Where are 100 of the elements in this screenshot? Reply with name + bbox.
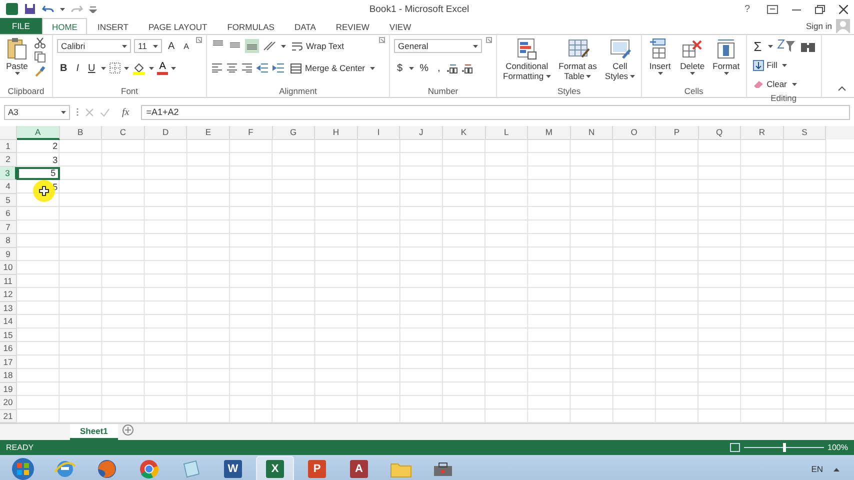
- shrink-font-button[interactable]: A: [180, 42, 192, 50]
- paintbrush-icon[interactable]: [34, 65, 46, 77]
- restore-icon[interactable]: [815, 4, 825, 14]
- number-format-field[interactable]: General: [394, 39, 482, 53]
- column-header[interactable]: F: [230, 126, 273, 140]
- borders-icon[interactable]: [109, 62, 122, 74]
- column-header[interactable]: S: [784, 126, 826, 140]
- row-header[interactable]: 6: [0, 207, 17, 220]
- ribbon-button[interactable]: Format as Table: [556, 37, 599, 85]
- ribbon-tab[interactable]: INSERT: [87, 18, 138, 34]
- column-header[interactable]: H: [315, 126, 358, 140]
- ribbon-button[interactable]: Delete: [678, 37, 707, 85]
- paste-button[interactable]: Paste: [4, 37, 30, 85]
- ribbon-button[interactable]: Cell Styles: [602, 37, 638, 85]
- taskbar-app-button[interactable]: A: [340, 456, 378, 480]
- launcher-icon[interactable]: [196, 37, 202, 43]
- ribbon-tab[interactable]: VIEW: [379, 18, 422, 34]
- column-header[interactable]: B: [60, 126, 102, 140]
- merge-center-button[interactable]: Merge & Center: [288, 62, 368, 74]
- taskbar-app-button[interactable]: W: [214, 456, 252, 480]
- column-header[interactable]: Q: [698, 126, 742, 140]
- increase-decimal-icon[interactable]: [446, 62, 458, 74]
- row-header[interactable]: 2: [0, 153, 17, 166]
- formula-field[interactable]: =A1+A2: [141, 104, 850, 120]
- vertical-align-button[interactable]: [245, 39, 260, 53]
- column-header[interactable]: C: [102, 126, 145, 140]
- insert-function-button[interactable]: fx: [116, 106, 136, 118]
- column-header[interactable]: R: [741, 126, 784, 140]
- orientation-icon[interactable]: [262, 40, 278, 52]
- row-header[interactable]: 1: [0, 140, 17, 153]
- row-header[interactable]: 3: [0, 166, 17, 180]
- ribbon-tab[interactable]: FORMULAS: [217, 18, 284, 34]
- row-header[interactable]: 4: [0, 180, 17, 194]
- save-icon[interactable]: [24, 3, 36, 15]
- undo-icon[interactable]: [42, 4, 54, 14]
- copy-icon[interactable]: [34, 51, 48, 63]
- row-header[interactable]: 17: [0, 356, 17, 369]
- increase-indent-icon[interactable]: [272, 63, 286, 73]
- ribbon-display-icon[interactable]: [767, 4, 778, 14]
- sort-filter-icon[interactable]: [776, 38, 796, 54]
- scissors-icon[interactable]: [34, 37, 46, 49]
- zoom-thumb[interactable]: [782, 443, 786, 452]
- column-header[interactable]: M: [528, 126, 571, 140]
- ribbon-tab[interactable]: REVIEW: [326, 18, 380, 34]
- underline-button[interactable]: U: [85, 62, 98, 74]
- page-view-icon[interactable]: [730, 443, 740, 452]
- fill-color-icon[interactable]: [132, 62, 146, 74]
- column-header[interactable]: J: [400, 126, 443, 140]
- launcher-icon[interactable]: [486, 37, 492, 43]
- bold-button[interactable]: B: [57, 62, 70, 74]
- language-indicator[interactable]: EN: [811, 464, 823, 474]
- font-color-button[interactable]: A: [157, 61, 168, 75]
- currency-button[interactable]: $: [394, 62, 406, 74]
- column-header[interactable]: I: [358, 126, 400, 140]
- customize-icon[interactable]: [89, 5, 97, 13]
- ribbon-tab[interactable]: DATA: [284, 18, 326, 34]
- align-right-icon[interactable]: [241, 63, 254, 73]
- row-header[interactable]: 9: [0, 248, 17, 261]
- align-center-icon[interactable]: [226, 63, 238, 73]
- name-box[interactable]: A3: [4, 104, 70, 120]
- ribbon-button[interactable]: Format: [710, 37, 742, 85]
- column-header[interactable]: O: [613, 126, 656, 140]
- help-button[interactable]: ?: [741, 4, 753, 14]
- taskbar-app-button[interactable]: P: [298, 456, 336, 480]
- grow-font-button[interactable]: A: [165, 40, 178, 52]
- ribbon-tab[interactable]: PAGE LAYOUT: [138, 18, 218, 34]
- fill-button[interactable]: Fill: [750, 60, 780, 70]
- row-header[interactable]: 11: [0, 274, 17, 288]
- column-header[interactable]: P: [656, 126, 698, 140]
- column-header[interactable]: A: [17, 126, 60, 140]
- ribbon-button[interactable]: Insert: [646, 37, 674, 85]
- file-tab[interactable]: FILE: [0, 18, 42, 34]
- sign-in-link[interactable]: Sign in: [806, 21, 832, 31]
- column-header[interactable]: D: [144, 126, 188, 140]
- collapse-ribbon-icon[interactable]: [838, 86, 846, 91]
- add-sheet-icon[interactable]: [122, 424, 134, 436]
- zoom-level[interactable]: 100%: [828, 443, 848, 452]
- column-header[interactable]: N: [570, 126, 614, 140]
- check-icon[interactable]: [100, 108, 110, 116]
- comma-button[interactable]: ,: [434, 62, 444, 74]
- tray-arrow-icon[interactable]: [833, 466, 840, 472]
- row-header[interactable]: 20: [0, 396, 17, 410]
- row-header[interactable]: 15: [0, 328, 17, 342]
- sheet-tab[interactable]: Sheet1: [70, 424, 118, 440]
- row-header[interactable]: 14: [0, 315, 17, 328]
- font-name-field[interactable]: Calibri: [57, 39, 131, 53]
- column-header[interactable]: K: [442, 126, 486, 140]
- italic-button[interactable]: I: [73, 62, 82, 74]
- row-header[interactable]: 13: [0, 302, 17, 315]
- decrease-indent-icon[interactable]: [256, 63, 270, 73]
- align-left-icon[interactable]: [211, 63, 224, 73]
- column-header[interactable]: L: [486, 126, 528, 140]
- row-header[interactable]: 5: [0, 194, 17, 207]
- autosum-button[interactable]: Σ: [750, 38, 765, 54]
- column-header[interactable]: G: [272, 126, 316, 140]
- row-header[interactable]: 12: [0, 288, 17, 302]
- row-header[interactable]: 16: [0, 342, 17, 356]
- row-header[interactable]: 7: [0, 220, 17, 234]
- clear-button[interactable]: Clear: [750, 79, 789, 89]
- wrap-text-button[interactable]: Wrap Text: [289, 40, 346, 52]
